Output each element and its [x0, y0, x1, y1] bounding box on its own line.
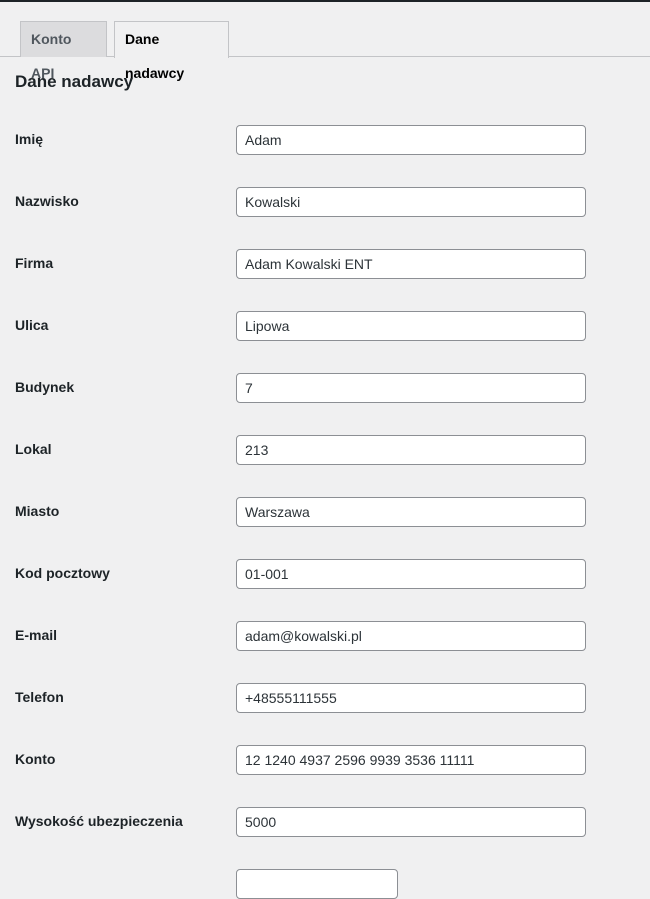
form-row-email: E-mail: [0, 621, 650, 652]
label-imie: Imię: [15, 131, 44, 147]
label-wysokosc-ubezpieczenia: Wysokość ubezpieczenia: [15, 813, 183, 829]
section-title: Dane nadawcy: [15, 72, 134, 91]
input-budynek[interactable]: [236, 373, 586, 403]
input-nazwisko[interactable]: [236, 187, 586, 217]
form-row-budynek: Budynek: [0, 373, 650, 404]
input-ulica[interactable]: [236, 311, 586, 341]
label-nazwisko: Nazwisko: [15, 193, 79, 209]
label-firma: Firma: [15, 255, 54, 271]
label-konto: Konto: [15, 751, 56, 767]
label-email: E-mail: [15, 627, 58, 643]
label-lokal: Lokal: [15, 441, 52, 457]
top-border: [0, 0, 650, 2]
form-row-firma: Firma: [0, 249, 650, 280]
form-row-nazwisko: Nazwisko: [0, 187, 650, 218]
form-row-imie: Imię: [0, 125, 650, 156]
input-wysokosc-ubezpieczenia[interactable]: [236, 807, 586, 837]
form-row-ulica: Ulica: [0, 311, 650, 342]
label-telefon: Telefon: [15, 689, 64, 705]
input-miasto[interactable]: [236, 497, 586, 527]
input-lokal[interactable]: [236, 435, 586, 465]
tab-dane-nadawcy[interactable]: Dane nadawcy: [114, 21, 229, 81]
form-row-kod-pocztowy: Kod pocztowy: [0, 559, 650, 590]
form-row-konto: Konto: [0, 745, 650, 776]
input-kod-pocztowy[interactable]: [236, 559, 586, 589]
form-row-wysokosc-ubezpieczenia: Wysokość ubezpieczenia: [0, 807, 650, 838]
label-kod-pocztowy: Kod pocztowy: [15, 565, 110, 581]
input-partial-next[interactable]: [236, 869, 398, 899]
label-miasto: Miasto: [15, 503, 60, 519]
input-konto[interactable]: [236, 745, 586, 775]
input-email[interactable]: [236, 621, 586, 651]
form-row-lokal: Lokal: [0, 435, 650, 466]
input-firma[interactable]: [236, 249, 586, 279]
label-ulica: Ulica: [15, 317, 49, 333]
form-row-miasto: Miasto: [0, 497, 650, 528]
input-imie[interactable]: [236, 125, 586, 155]
settings-tabs: Konto API Dane nadawcy: [0, 21, 650, 81]
label-budynek: Budynek: [15, 379, 75, 395]
form-row-telefon: Telefon: [0, 683, 650, 714]
input-telefon[interactable]: [236, 683, 586, 713]
tab-konto-api[interactable]: Konto API: [20, 21, 107, 81]
